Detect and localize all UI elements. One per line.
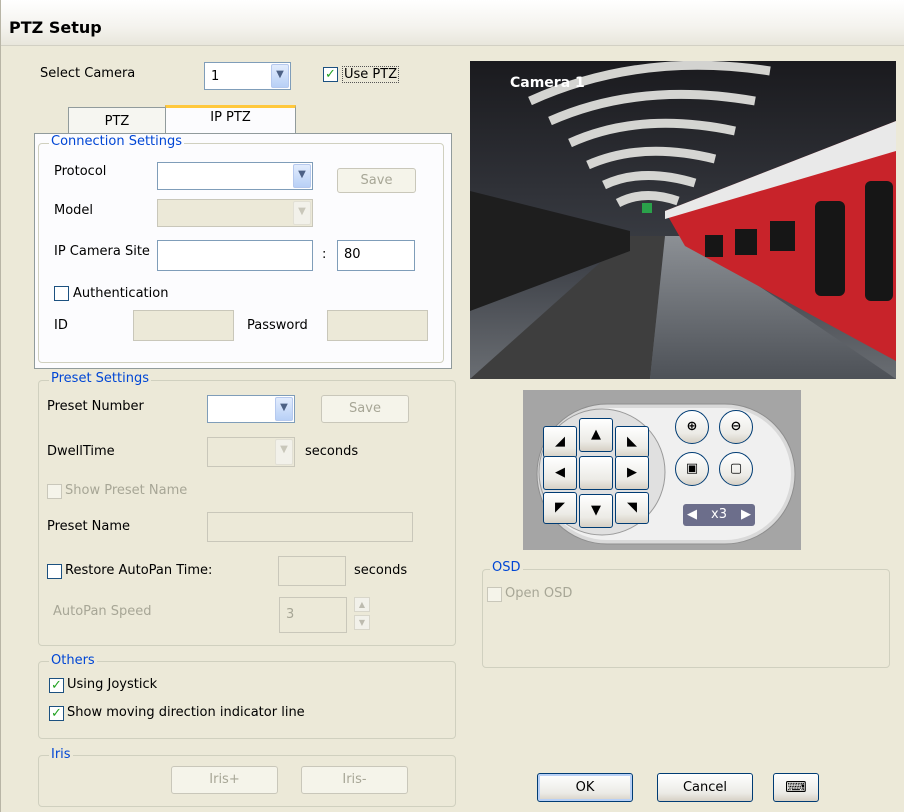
port-input[interactable]: 80	[337, 240, 415, 271]
show-direction-line-checkbox[interactable]: ✓	[49, 706, 64, 721]
restore-autopan-checkbox[interactable]: ✓	[47, 564, 62, 579]
preset-settings-title: Preset Settings	[49, 371, 151, 386]
iris-plus-button[interactable]: Iris+	[171, 766, 278, 794]
camera-preview: Camera 1	[470, 61, 896, 379]
restore-autopan-label: Restore AutoPan Time:	[65, 563, 213, 578]
connection-save-label: Save	[360, 173, 393, 188]
ip-camera-site-label: IP Camera Site	[54, 244, 150, 259]
pan-down-left-icon[interactable]: ◤	[543, 492, 577, 524]
tab-ptz-label: PTZ	[104, 114, 130, 129]
ptz-setup-window: PTZ Setup Select Camera 1 ▼ ✓ Use PTZ PT…	[0, 0, 904, 812]
select-camera-label: Select Camera	[40, 66, 136, 81]
preset-name-input[interactable]	[207, 512, 413, 542]
pan-up-left-icon[interactable]: ◢	[543, 426, 577, 458]
speed-decrease-icon[interactable]: ◀	[687, 504, 697, 526]
station-scene-image	[470, 61, 896, 379]
chevron-down-icon[interactable]: ▼	[293, 164, 311, 188]
pan-up-right-icon[interactable]: ◣	[615, 426, 649, 458]
connection-save-button[interactable]: Save	[337, 168, 416, 193]
iris-plus-label: Iris+	[209, 772, 240, 787]
restore-autopan-unit: seconds	[354, 563, 408, 578]
window-title: PTZ Setup	[9, 18, 102, 37]
preset-number-label: Preset Number	[47, 399, 144, 414]
preset-save-label: Save	[349, 401, 381, 416]
open-osd-label: Open OSD	[505, 586, 573, 601]
pan-up-icon[interactable]: ▲	[579, 418, 613, 452]
chevron-down-icon[interactable]: ▼	[271, 64, 289, 88]
iris-title: Iris	[49, 747, 73, 762]
use-ptz-label: Use PTZ	[342, 66, 400, 83]
select-camera-value: 1	[211, 69, 220, 84]
title-bar: PTZ Setup	[1, 0, 904, 46]
ptz-control-pad: ◢ ▲ ◣ ◀ ▶ ◤ ▼ ◥ ⊕ ⊖ ▣ ▢ ◀ x3 ▶	[523, 390, 801, 550]
pan-right-icon[interactable]: ▶	[615, 456, 649, 490]
osd-title: OSD	[490, 560, 523, 575]
restore-autopan-input[interactable]	[278, 556, 346, 586]
cancel-button[interactable]: Cancel	[657, 773, 753, 802]
ip-camera-site-input[interactable]	[157, 240, 313, 271]
select-camera-combo[interactable]: 1 ▼	[204, 62, 291, 90]
chevron-down-icon[interactable]: ▼	[275, 439, 293, 465]
tab-ptz[interactable]: PTZ	[68, 107, 166, 135]
tab-ip-ptz[interactable]: IP PTZ	[165, 105, 296, 135]
keyboard-icon: ⌨	[785, 778, 807, 796]
chevron-down-icon[interactable]: ▼	[275, 397, 293, 421]
others-group	[38, 661, 456, 739]
using-joystick-checkbox[interactable]: ✓	[49, 678, 64, 693]
dwelltime-combo[interactable]: ▼	[207, 437, 295, 467]
show-preset-name-label: Show Preset Name	[65, 483, 188, 498]
preset-number-combo[interactable]: ▼	[207, 395, 295, 423]
port-separator: :	[322, 247, 327, 262]
show-direction-line-label: Show moving direction indicator line	[67, 705, 305, 720]
pan-home-icon[interactable]	[579, 456, 613, 490]
dwelltime-label: DwellTime	[47, 444, 115, 459]
use-ptz-checkbox[interactable]: ✓	[323, 67, 338, 82]
show-preset-name-checkbox[interactable]: ✓	[47, 484, 62, 499]
preset-name-label: Preset Name	[47, 519, 131, 534]
using-joystick-label: Using Joystick	[67, 677, 158, 692]
pan-down-icon[interactable]: ▼	[579, 494, 613, 528]
password-input[interactable]	[327, 310, 428, 341]
autopan-speed-input[interactable]: 3	[279, 597, 347, 633]
speed-increase-icon[interactable]: ▶	[741, 504, 751, 526]
preset-save-button[interactable]: Save	[321, 395, 409, 423]
dwelltime-unit: seconds	[305, 444, 359, 459]
autopan-speed-value: 3	[286, 607, 295, 622]
ok-label: OK	[575, 780, 595, 795]
model-label: Model	[54, 203, 94, 218]
cancel-label: Cancel	[682, 780, 728, 795]
tab-ip-ptz-label: IP PTZ	[210, 110, 251, 125]
id-label: ID	[54, 318, 68, 333]
zoom-in-icon[interactable]: ⊕	[675, 410, 709, 444]
chevron-down-icon[interactable]: ▼	[293, 201, 311, 225]
protocol-label: Protocol	[54, 164, 107, 179]
autopan-speed-label: AutoPan Speed	[53, 604, 152, 619]
password-label: Password	[247, 318, 308, 333]
ok-button[interactable]: OK	[537, 773, 633, 802]
camera-overlay-label: Camera 1	[510, 75, 585, 91]
pan-left-icon[interactable]: ◀	[543, 456, 577, 490]
spin-up-icon[interactable]: ▲	[354, 597, 370, 612]
spin-down-icon[interactable]: ▼	[354, 615, 370, 630]
focus-near-icon[interactable]: ▣	[675, 452, 709, 486]
iris-minus-label: Iris-	[342, 772, 367, 787]
focus-far-icon[interactable]: ▢	[719, 452, 753, 486]
zoom-out-icon[interactable]: ⊖	[719, 410, 753, 444]
id-input[interactable]	[133, 310, 234, 341]
port-value: 80	[344, 247, 361, 262]
others-title: Others	[49, 653, 97, 668]
iris-minus-button[interactable]: Iris-	[301, 766, 408, 794]
open-osd-checkbox[interactable]: ✓	[487, 587, 502, 602]
connection-settings-title: Connection Settings	[49, 134, 185, 149]
authentication-label: Authentication	[73, 286, 169, 301]
authentication-checkbox[interactable]: ✓	[54, 286, 69, 301]
protocol-combo[interactable]: ▼	[157, 162, 313, 190]
pan-down-right-icon[interactable]: ◥	[615, 492, 649, 524]
osd-group	[482, 569, 890, 668]
zoom-speed-value: x3	[711, 507, 727, 522]
model-combo[interactable]: ▼	[157, 199, 313, 227]
zoom-speed-control: ◀ x3 ▶	[683, 504, 755, 526]
keyboard-button[interactable]: ⌨	[773, 773, 819, 802]
